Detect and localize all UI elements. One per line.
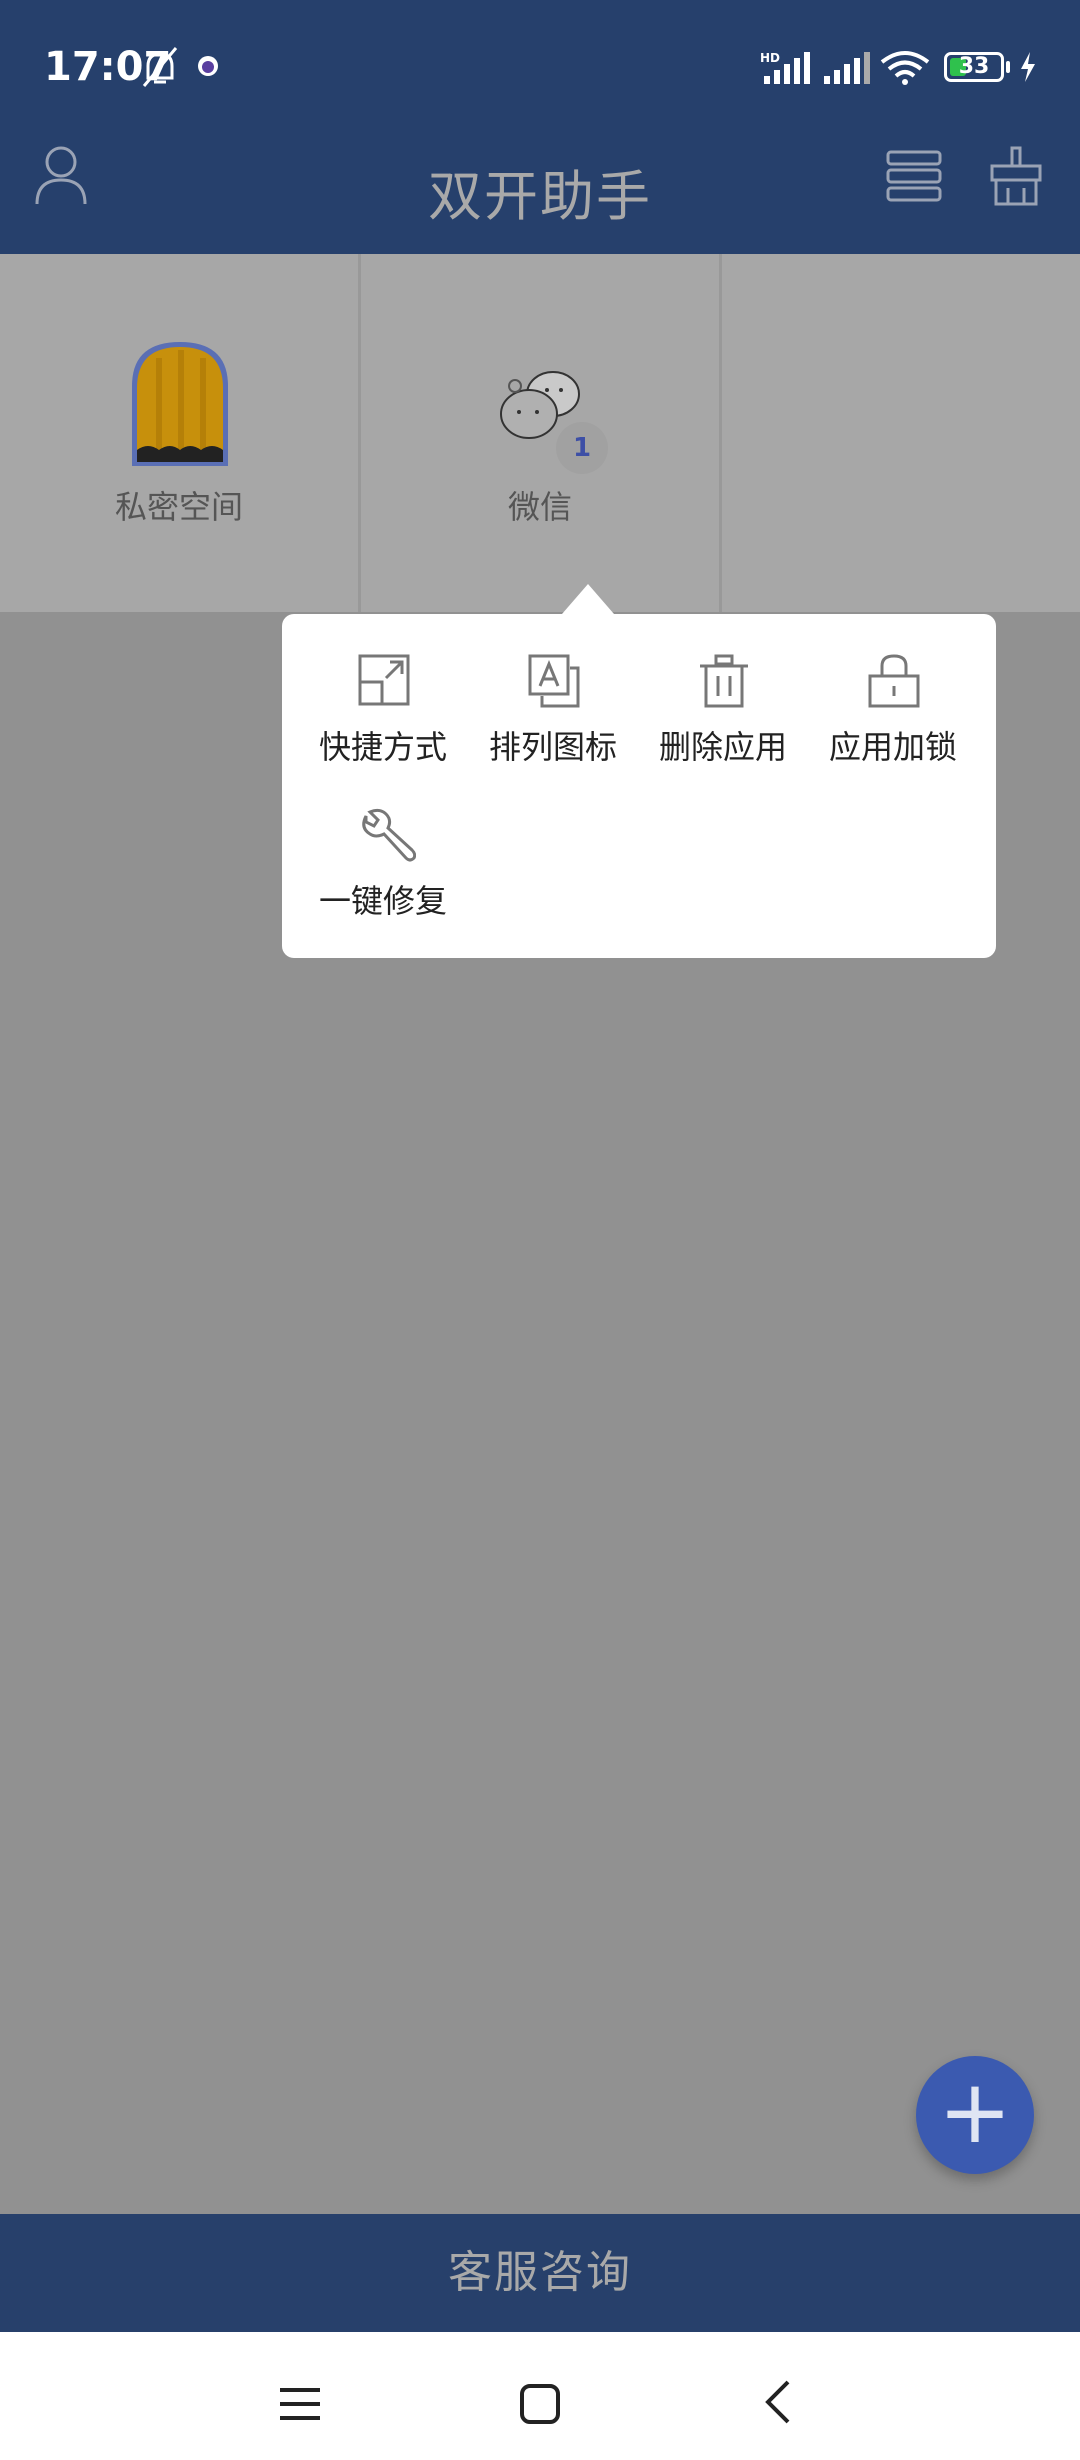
plus-icon: + bbox=[938, 2060, 1012, 2163]
clean-icon[interactable] bbox=[988, 146, 1044, 206]
shortcut-icon bbox=[358, 654, 410, 706]
list-icon[interactable] bbox=[884, 146, 944, 206]
signal-icon: HD bbox=[760, 51, 810, 84]
app-tile-wechat[interactable]: 微信 bbox=[361, 254, 719, 612]
mute-bell-icon bbox=[142, 47, 178, 87]
add-app-button[interactable]: + bbox=[916, 2056, 1034, 2174]
menu-item-label: 快捷方式 bbox=[318, 728, 447, 766]
app-grid: 私密空间 微信 bbox=[0, 254, 1080, 612]
menu-item-label: 排列图标 bbox=[488, 728, 617, 766]
trash-icon bbox=[700, 654, 748, 708]
battery-level: 33 bbox=[958, 54, 990, 79]
battery-icon: 33 bbox=[944, 52, 1004, 82]
signal-icon bbox=[824, 52, 870, 84]
menu-icon[interactable] bbox=[276, 2384, 324, 2424]
curtain-icon bbox=[132, 342, 228, 466]
app-notification-icon bbox=[198, 56, 218, 76]
network-label: HD bbox=[760, 51, 780, 65]
wrench-icon bbox=[362, 808, 416, 862]
popup-arrow bbox=[562, 584, 614, 614]
app-label: 微信 bbox=[507, 488, 572, 526]
back-icon[interactable] bbox=[758, 2376, 798, 2428]
menu-item-label: 一键修复 bbox=[318, 882, 447, 920]
arrange-icon bbox=[528, 654, 580, 708]
app-tile-private-space[interactable]: 私密空间 bbox=[0, 254, 358, 612]
home-icon[interactable] bbox=[516, 2380, 564, 2428]
notification-badge: 1 bbox=[556, 422, 608, 474]
charging-icon bbox=[1021, 52, 1035, 82]
menu-item-lock[interactable]: 应用加锁 bbox=[808, 614, 978, 766]
lock-icon bbox=[868, 654, 920, 708]
menu-item-arrange[interactable]: 排列图标 bbox=[468, 614, 638, 766]
wifi-icon bbox=[880, 51, 930, 85]
grid-divider bbox=[719, 254, 722, 612]
system-nav-bar bbox=[0, 2332, 1080, 2460]
menu-item-delete[interactable]: 删除应用 bbox=[638, 614, 808, 766]
battery-tip bbox=[1006, 61, 1010, 73]
customer-service-button[interactable]: 客服咨询 bbox=[0, 2214, 1080, 2332]
menu-item-label: 应用加锁 bbox=[828, 728, 957, 766]
menu-item-shortcut[interactable]: 快捷方式 bbox=[298, 614, 468, 766]
context-menu: 快捷方式 排列图标 删除应用 应用加锁 一键修复 bbox=[282, 614, 996, 958]
menu-item-label: 删除应用 bbox=[658, 728, 787, 766]
menu-item-repair[interactable]: 一键修复 bbox=[298, 768, 468, 920]
app-label: 私密空间 bbox=[114, 488, 243, 526]
